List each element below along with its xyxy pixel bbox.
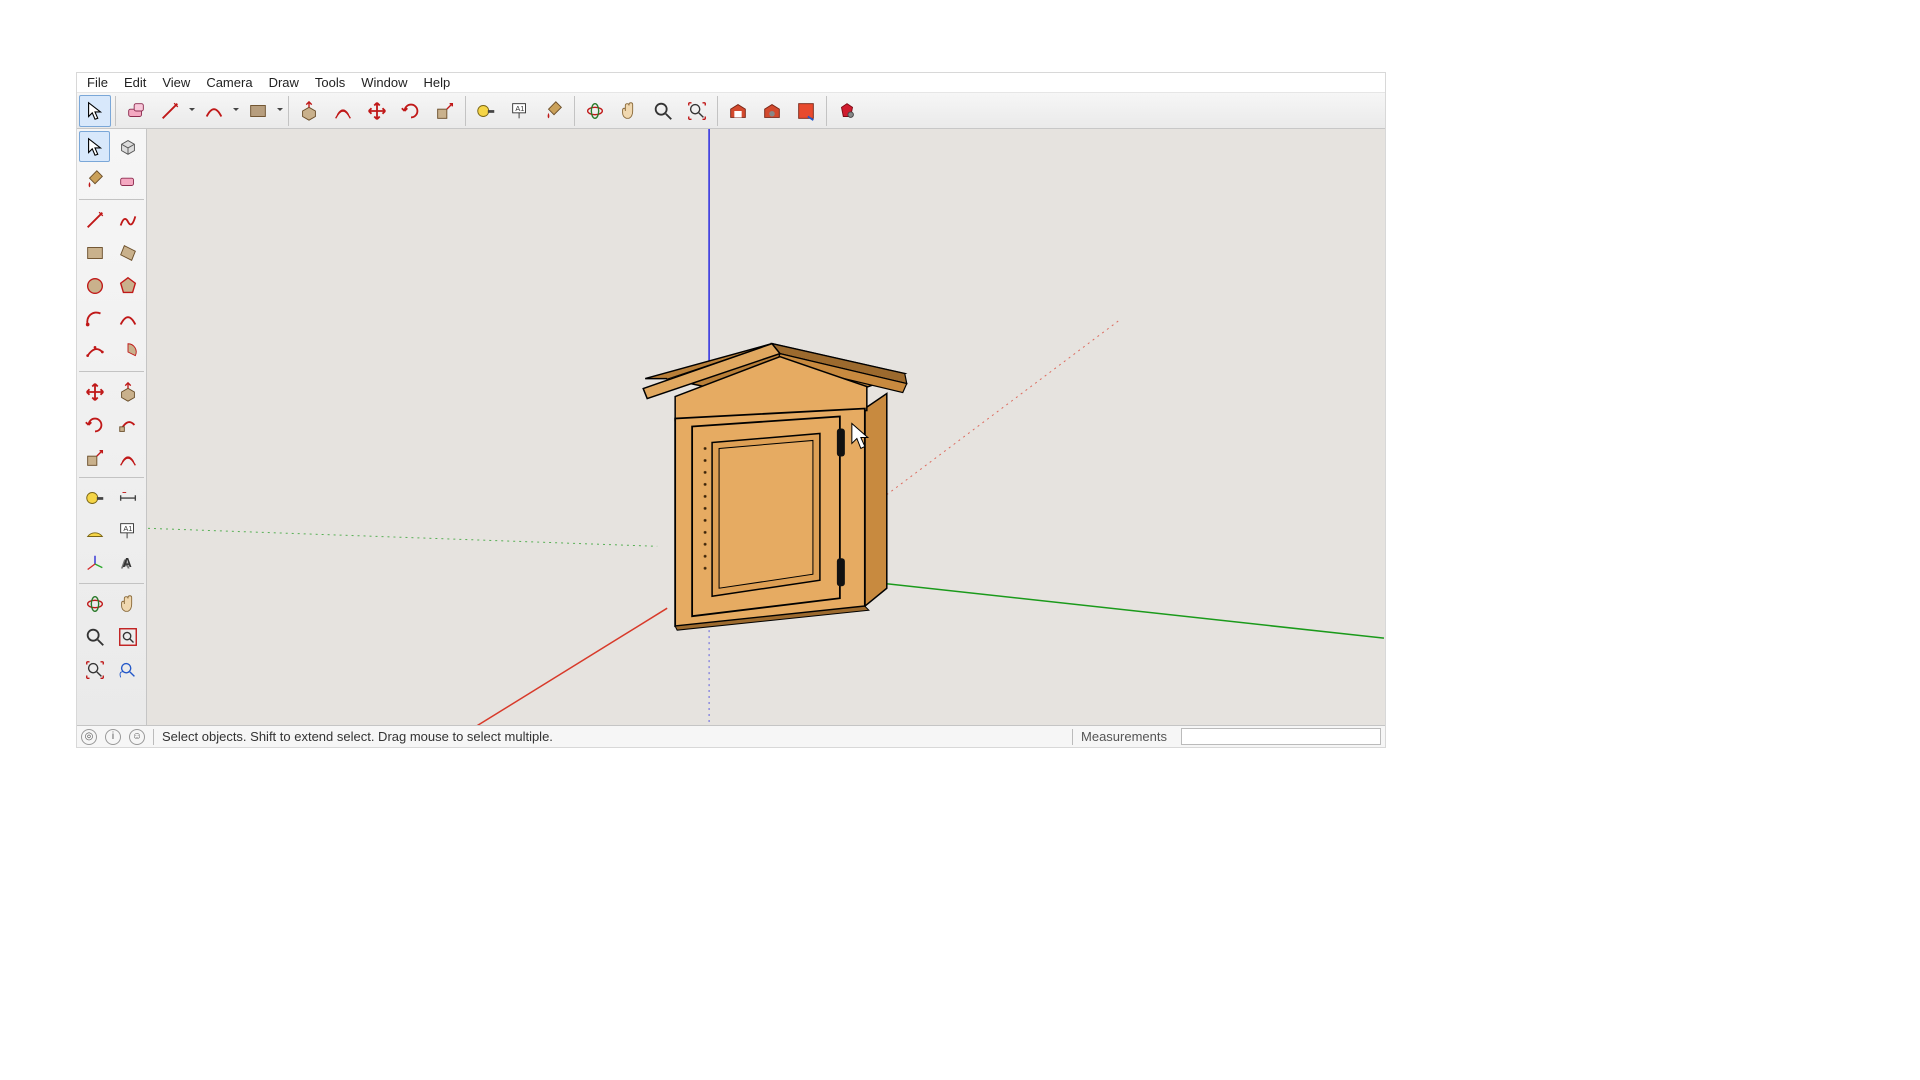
- tb-paint[interactable]: [79, 164, 110, 195]
- svg-text:A1: A1: [123, 524, 132, 533]
- tb-eraser[interactable]: [112, 164, 143, 195]
- tool-layout[interactable]: [790, 95, 822, 127]
- status-info-icon[interactable]: i: [105, 729, 121, 745]
- tb-rotated-rectangle[interactable]: [112, 237, 143, 268]
- tb-text[interactable]: A1: [112, 515, 143, 546]
- tool-zoom[interactable]: [647, 95, 679, 127]
- tool-ruby[interactable]: [831, 95, 863, 127]
- tool-line-dropdown[interactable]: [188, 95, 196, 127]
- tb-orbit[interactable]: [79, 588, 110, 619]
- scene-svg: [147, 129, 1385, 725]
- tool-move[interactable]: [361, 95, 393, 127]
- tb-followme[interactable]: [112, 409, 143, 440]
- tb-zoom-window[interactable]: [112, 621, 143, 652]
- tool-arc[interactable]: [198, 95, 230, 127]
- menu-window[interactable]: Window: [355, 74, 413, 91]
- tool-pushpull[interactable]: [293, 95, 325, 127]
- menu-file[interactable]: File: [81, 74, 114, 91]
- tool-rect-dropdown[interactable]: [276, 95, 284, 127]
- tool-scale[interactable]: [429, 95, 461, 127]
- measurements-input[interactable]: [1181, 728, 1381, 745]
- tool-orbit[interactable]: [579, 95, 611, 127]
- tb-move[interactable]: [79, 376, 110, 407]
- tool-tape[interactable]: [470, 95, 502, 127]
- tb-arc-2pt[interactable]: [112, 303, 143, 334]
- menu-bar: File Edit View Camera Draw Tools Window …: [77, 73, 1385, 93]
- tool-rectangle[interactable]: [242, 95, 274, 127]
- app-window: File Edit View Camera Draw Tools Window …: [76, 72, 1386, 748]
- measurements-label: Measurements: [1081, 729, 1167, 744]
- tool-3d-warehouse[interactable]: [722, 95, 754, 127]
- tool-rotate[interactable]: [395, 95, 427, 127]
- tb-pushpull[interactable]: [112, 376, 143, 407]
- model-cabinet[interactable]: [643, 344, 907, 631]
- body: A1 AA: [77, 129, 1385, 725]
- tool-arc-dropdown[interactable]: [232, 95, 240, 127]
- tb-scale[interactable]: [79, 442, 110, 473]
- tb-zoom-extents[interactable]: [79, 654, 110, 685]
- tool-eraser[interactable]: [120, 95, 152, 127]
- tb-line[interactable]: [79, 204, 110, 235]
- toolbox-left: A1 AA: [77, 129, 147, 725]
- tb-previous[interactable]: [112, 654, 143, 685]
- tb-rectangle[interactable]: [79, 237, 110, 268]
- viewport-3d[interactable]: [147, 129, 1385, 725]
- tool-line[interactable]: [154, 95, 186, 127]
- tool-pan[interactable]: [613, 95, 645, 127]
- menu-camera[interactable]: Camera: [200, 74, 258, 91]
- tool-zoom-extents[interactable]: [681, 95, 713, 127]
- tb-pie[interactable]: [112, 336, 143, 367]
- tb-axes[interactable]: [79, 548, 110, 579]
- tb-arc-3pt[interactable]: [79, 336, 110, 367]
- tb-tape[interactable]: [79, 482, 110, 513]
- tb-polygon[interactable]: [112, 270, 143, 301]
- tool-paint[interactable]: [538, 95, 570, 127]
- tb-arc[interactable]: [79, 303, 110, 334]
- menu-help[interactable]: Help: [418, 74, 457, 91]
- tb-protractor[interactable]: [79, 515, 110, 546]
- status-bar: ◎ i ☺ Select objects. Shift to extend se…: [77, 725, 1385, 747]
- tb-dimension[interactable]: [112, 482, 143, 513]
- tb-pan[interactable]: [112, 588, 143, 619]
- tb-freehand[interactable]: [112, 204, 143, 235]
- tb-zoom[interactable]: [79, 621, 110, 652]
- menu-edit[interactable]: Edit: [118, 74, 152, 91]
- tb-make-component[interactable]: [112, 131, 143, 162]
- tb-offset[interactable]: [112, 442, 143, 473]
- tool-select[interactable]: [79, 95, 111, 127]
- toolbar-top: A1: [77, 93, 1385, 129]
- menu-draw[interactable]: Draw: [263, 74, 305, 91]
- tb-rotate[interactable]: [79, 409, 110, 440]
- tb-circle[interactable]: [79, 270, 110, 301]
- tb-3dtext[interactable]: AA: [112, 548, 143, 579]
- menu-view[interactable]: View: [156, 74, 196, 91]
- tool-extension-warehouse[interactable]: [756, 95, 788, 127]
- tb-select[interactable]: [79, 131, 110, 162]
- svg-text:A1: A1: [515, 104, 524, 113]
- menu-tools[interactable]: Tools: [309, 74, 351, 91]
- svg-text:A: A: [122, 554, 131, 569]
- status-help-text: Select objects. Shift to extend select. …: [162, 729, 553, 744]
- tool-offset[interactable]: [327, 95, 359, 127]
- status-geo-icon[interactable]: ◎: [81, 729, 97, 745]
- status-user-icon[interactable]: ☺: [129, 729, 145, 745]
- tool-text[interactable]: A1: [504, 95, 536, 127]
